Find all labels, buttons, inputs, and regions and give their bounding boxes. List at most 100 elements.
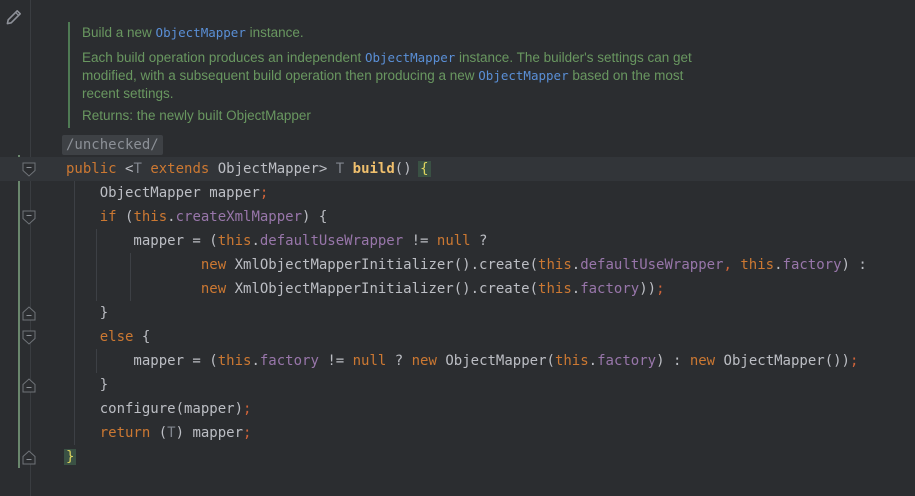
folded-annotation-line[interactable]: /unchecked/ bbox=[0, 133, 915, 157]
code-line[interactable]: return (T) mapper; bbox=[0, 421, 915, 445]
code-line[interactable]: mapper = (this.factory != null ? new Obj… bbox=[0, 349, 915, 373]
code-token: != bbox=[319, 353, 353, 369]
code-line[interactable]: ObjectMapper mapper; bbox=[0, 181, 915, 205]
code-token: configure(mapper) bbox=[66, 401, 243, 417]
code-token: public bbox=[66, 161, 117, 177]
fold-expand-end-icon[interactable] bbox=[22, 450, 36, 465]
code-token: ) mapper bbox=[176, 425, 243, 441]
fold-expand-end-icon[interactable] bbox=[22, 306, 36, 321]
code-token: . bbox=[251, 353, 259, 369]
code-line[interactable]: new XmlObjectMapperInitializer().create(… bbox=[0, 277, 915, 301]
code-token: , bbox=[723, 257, 731, 273]
code-token: ObjectMapper mapper bbox=[66, 185, 260, 201]
code-token: { bbox=[133, 329, 150, 345]
code-token: factory bbox=[597, 353, 656, 369]
pencil-edit-icon[interactable] bbox=[2, 6, 26, 30]
code-token: ; bbox=[656, 281, 664, 297]
doc-text: modified, with a subsequent build operat… bbox=[82, 68, 478, 83]
fold-expand-end-icon[interactable] bbox=[22, 378, 36, 393]
doc-comment-border bbox=[68, 22, 70, 128]
code-token: defaultUseWrapper bbox=[260, 233, 403, 249]
fold-marker-glyph bbox=[22, 162, 36, 177]
code-token bbox=[66, 425, 100, 441]
code-token: ; bbox=[850, 353, 858, 369]
code-token: new bbox=[412, 353, 437, 369]
code-token: ObjectMapper( bbox=[437, 353, 555, 369]
code-token: . bbox=[167, 209, 175, 225]
code-token: } bbox=[64, 449, 76, 465]
code-token: ObjectMapper()) bbox=[715, 353, 850, 369]
code-token: () bbox=[395, 161, 420, 177]
fold-marker-glyph bbox=[22, 210, 36, 225]
code-token: != bbox=[403, 233, 437, 249]
code-token: ) { bbox=[302, 209, 327, 225]
fold-marker-glyph bbox=[22, 306, 36, 321]
code-token: new bbox=[201, 281, 226, 297]
code-token: this bbox=[538, 257, 572, 273]
code-token: . bbox=[572, 281, 580, 297]
code-token: null bbox=[353, 353, 387, 369]
fold-marker-glyph bbox=[22, 450, 36, 465]
code-token: createXmlMapper bbox=[176, 209, 302, 225]
doc-code-reference: ObjectMapper bbox=[365, 50, 455, 65]
code-token: this bbox=[218, 353, 252, 369]
code-token: XmlObjectMapperInitializer().create( bbox=[226, 281, 538, 297]
code-token bbox=[66, 209, 100, 225]
code-token bbox=[66, 281, 201, 297]
code-token: ; bbox=[243, 401, 251, 417]
folded-annotation-chip[interactable]: /unchecked/ bbox=[62, 135, 163, 155]
code-token: XmlObjectMapperInitializer().create( bbox=[226, 257, 538, 273]
code-token: this bbox=[218, 233, 252, 249]
code-token: factory bbox=[260, 353, 319, 369]
code-line[interactable]: } bbox=[0, 301, 915, 325]
code-token: . bbox=[251, 233, 259, 249]
code-token: else bbox=[100, 329, 134, 345]
code-token: defaultUseWrapper bbox=[580, 257, 723, 273]
code-token: . bbox=[572, 257, 580, 273]
pencil-edit-icon-glyph bbox=[3, 6, 25, 28]
code-token: this bbox=[555, 353, 589, 369]
code-token: T bbox=[167, 425, 175, 441]
doc-text: Returns: the newly built ObjectMapper bbox=[82, 108, 311, 123]
code-line[interactable]: mapper = (this.defaultUseWrapper != null… bbox=[0, 229, 915, 253]
doc-text: instance. The builder's settings can get bbox=[455, 50, 691, 65]
code-token: build bbox=[353, 161, 395, 177]
code-token: ObjectMapper> bbox=[209, 161, 335, 177]
doc-comment-line: Returns: the newly built ObjectMapper bbox=[82, 107, 311, 125]
code-token: factory bbox=[580, 281, 639, 297]
code-line[interactable]: } bbox=[0, 373, 915, 397]
doc-comment-line: Each build operation produces an indepen… bbox=[82, 49, 692, 67]
code-token: T bbox=[133, 161, 141, 177]
code-token: )) bbox=[639, 281, 656, 297]
code-token: new bbox=[201, 257, 226, 273]
code-token: null bbox=[437, 233, 471, 249]
code-token: return bbox=[100, 425, 151, 441]
code-token: mapper = ( bbox=[66, 353, 218, 369]
code-token: < bbox=[117, 161, 134, 177]
doc-code-reference: ObjectMapper bbox=[156, 25, 246, 40]
fold-collapse-icon[interactable] bbox=[22, 210, 36, 225]
code-token bbox=[344, 161, 352, 177]
fold-marker-glyph bbox=[22, 330, 36, 345]
code-line[interactable]: new XmlObjectMapperInitializer().create(… bbox=[0, 253, 915, 277]
fold-collapse-icon[interactable] bbox=[22, 330, 36, 345]
code-token: ) : bbox=[842, 257, 867, 273]
code-token: ) : bbox=[656, 353, 690, 369]
code-token: new bbox=[690, 353, 715, 369]
code-token: . bbox=[589, 353, 597, 369]
doc-comment-line: modified, with a subsequent build operat… bbox=[82, 67, 683, 85]
code-line[interactable]: if (this.createXmlMapper) { bbox=[0, 205, 915, 229]
code-token: ( bbox=[150, 425, 167, 441]
fold-collapse-icon[interactable] bbox=[22, 162, 36, 177]
method-signature-line[interactable]: public <T extends ObjectMapper> T build(… bbox=[0, 157, 915, 181]
doc-text: Each build operation produces an indepen… bbox=[82, 50, 365, 65]
code-token: this bbox=[133, 209, 167, 225]
code-line[interactable]: else { bbox=[0, 325, 915, 349]
doc-text: instance. bbox=[246, 25, 304, 40]
code-token: this bbox=[740, 257, 774, 273]
code-line[interactable]: configure(mapper); bbox=[0, 397, 915, 421]
code-token: . bbox=[774, 257, 782, 273]
code-line[interactable]: } bbox=[0, 445, 915, 469]
code-token: ; bbox=[243, 425, 251, 441]
code-token: ( bbox=[117, 209, 134, 225]
